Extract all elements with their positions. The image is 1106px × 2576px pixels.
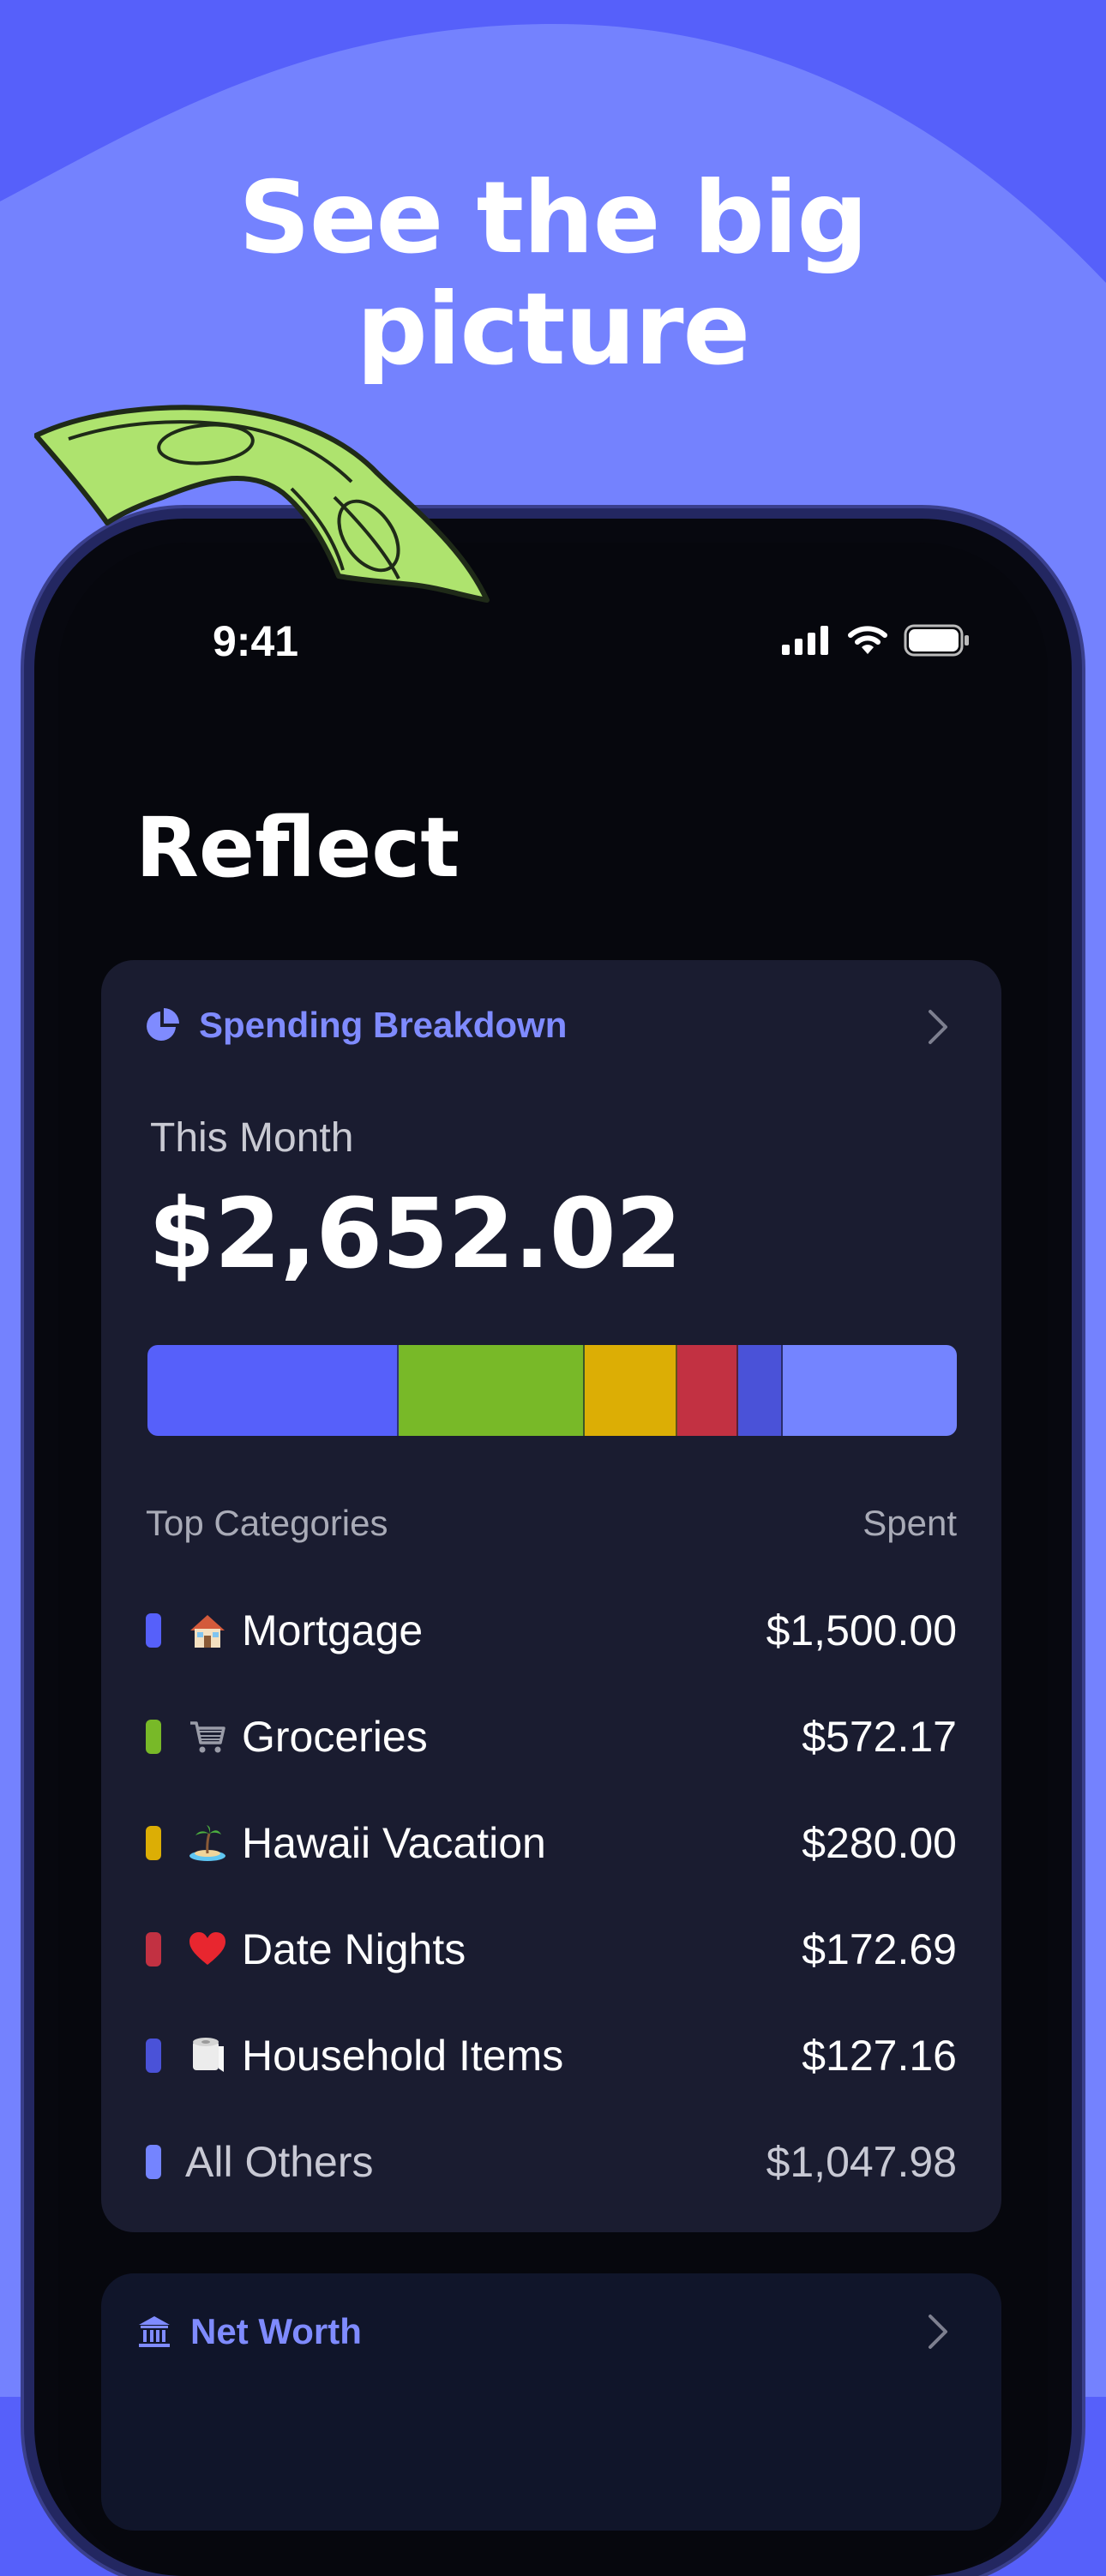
category-row[interactable]: Groceries $572.17 [146, 1684, 957, 1790]
category-color-swatch [146, 1826, 161, 1860]
period-label: This Month [150, 1115, 354, 1161]
category-list: Mortgage $1,500.00 Groceries $572.17 Haw… [146, 1577, 957, 2215]
category-amount: $1,047.98 [766, 2138, 957, 2186]
headline-line-1: See the big [238, 160, 868, 276]
category-list-header: Top Categories Spent [146, 1503, 957, 1544]
category-name: Hawaii Vacation [242, 1819, 546, 1867]
battery-icon [904, 624, 969, 657]
page-title: Reflect [135, 800, 460, 896]
category-amount: $280.00 [802, 1819, 957, 1867]
phone-screen: 9:41 Reflect Spending Breakdown This Mon… [58, 543, 1048, 2576]
spending-bar-segment [584, 1345, 678, 1436]
category-row[interactable]: Household Items $127.16 [146, 2003, 957, 2109]
phone-frame: 9:41 Reflect Spending Breakdown This Mon… [34, 519, 1072, 2576]
category-color-swatch [146, 2039, 161, 2073]
signal-icon [782, 626, 828, 655]
category-name: Date Nights [242, 1925, 466, 1973]
net-worth-header[interactable]: Net Worth [137, 2311, 362, 2352]
spending-stacked-bar [147, 1345, 957, 1436]
spending-bar-segment [147, 1345, 399, 1436]
category-row[interactable]: All Others $1,047.98 [146, 2109, 957, 2215]
wifi-icon [848, 626, 887, 654]
total-spent-amount: $2,652.02 [148, 1179, 682, 1290]
category-color-swatch [146, 2145, 161, 2179]
chevron-right-icon[interactable] [926, 1008, 950, 1046]
pie-chart-icon [147, 1008, 179, 1041]
category-row[interactable]: Date Nights $172.69 [146, 1896, 957, 2003]
category-name: Mortgage [242, 1606, 424, 1654]
shopping-cart-icon [185, 1714, 230, 1759]
bank-icon [139, 2316, 170, 2347]
category-amount: $1,500.00 [766, 1606, 957, 1654]
net-worth-card[interactable]: Net Worth [101, 2273, 1001, 2531]
headline-line-2: picture [356, 272, 750, 387]
spending-bar-segment [782, 1345, 957, 1436]
flying-money-illustration [34, 405, 490, 603]
category-color-swatch [146, 1613, 161, 1648]
category-amount: $172.69 [802, 1925, 957, 1973]
status-icons [782, 624, 971, 657]
spending-bar-segment [738, 1345, 783, 1436]
spending-breakdown-card[interactable]: Spending Breakdown This Month $2,652.02 … [101, 960, 1001, 2232]
category-amount: $572.17 [802, 1713, 957, 1761]
house-icon [185, 1608, 230, 1653]
island-icon [185, 1821, 230, 1865]
status-time: 9:41 [213, 617, 299, 665]
spending-breakdown-title: Spending Breakdown [199, 1005, 568, 1045]
net-worth-title: Net Worth [190, 2311, 362, 2351]
top-categories-label: Top Categories [146, 1503, 388, 1543]
spending-bar-segment [677, 1345, 739, 1436]
category-name: Groceries [242, 1713, 428, 1761]
category-row[interactable]: Hawaii Vacation $280.00 [146, 1790, 957, 1896]
category-name: All Others [185, 2138, 374, 2186]
category-row[interactable]: Mortgage $1,500.00 [146, 1577, 957, 1684]
category-color-swatch [146, 1720, 161, 1754]
spending-bar-segment [398, 1345, 585, 1436]
toilet-paper-icon [185, 2033, 230, 2078]
heart-icon [185, 1927, 230, 1972]
category-amount: $127.16 [802, 2032, 957, 2080]
spending-breakdown-header[interactable]: Spending Breakdown [144, 1005, 567, 1046]
category-color-swatch [146, 1932, 161, 1967]
chevron-right-icon[interactable] [926, 2313, 950, 2351]
spent-label: Spent [863, 1503, 957, 1543]
category-name: Household Items [242, 2032, 564, 2080]
promo-headline: See the big picture [0, 163, 1106, 386]
